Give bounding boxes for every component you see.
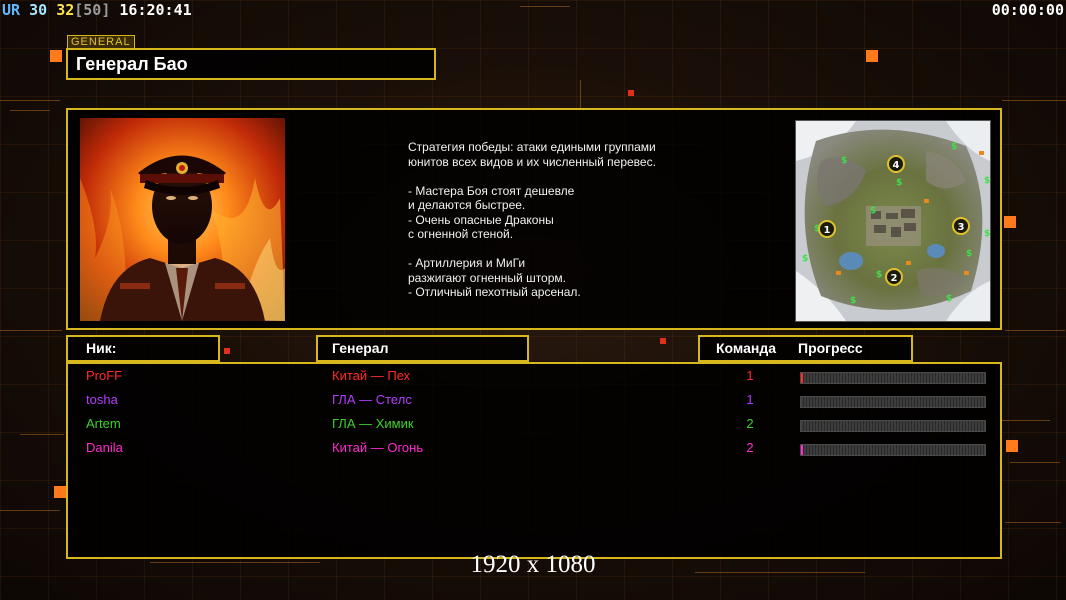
general-name: Генерал Бао bbox=[76, 54, 188, 74]
description-line: с огненной стеной. bbox=[408, 227, 514, 241]
strategy-description: Стратегия победы: атаки едиными группами… bbox=[408, 140, 738, 300]
player-row: Danila Китай — Огонь 2 bbox=[68, 440, 1000, 458]
player-nick: Artem bbox=[86, 416, 121, 431]
player-general: Китай — Огонь bbox=[332, 440, 424, 455]
player-team: 2 bbox=[746, 416, 754, 431]
player-general: Китай — Пех bbox=[332, 368, 411, 383]
general-tag: GENERAL bbox=[67, 35, 135, 49]
player-team: 1 bbox=[746, 392, 754, 407]
description-line: - Мастера Боя стоят дешевле bbox=[408, 183, 575, 198]
header-general-label: Генерал bbox=[332, 340, 389, 356]
header-nick: Ник: bbox=[66, 335, 220, 362]
players-panel: ProFF Китай — Пех 1 tosha ГЛА — Стелс 1 … bbox=[66, 362, 1002, 559]
player-general: ГЛА — Стелс bbox=[332, 392, 412, 407]
svg-text:$: $ bbox=[984, 229, 990, 239]
svg-text:$: $ bbox=[876, 270, 882, 280]
bg-line bbox=[0, 100, 60, 101]
bg-square bbox=[660, 338, 666, 344]
player-nick: ProFF bbox=[86, 368, 123, 383]
svg-text:$: $ bbox=[802, 254, 808, 264]
bg-line bbox=[10, 110, 50, 111]
bg-line bbox=[1002, 100, 1066, 101]
bg-square bbox=[866, 50, 878, 62]
svg-text:$: $ bbox=[946, 294, 952, 304]
header-progress-label: Прогресс bbox=[798, 340, 863, 356]
header-nick-label: Ник: bbox=[86, 340, 117, 356]
description-line: и делаются быстрее. bbox=[408, 198, 526, 212]
hud-ping-max: [50] bbox=[74, 1, 111, 19]
svg-text:$: $ bbox=[984, 176, 990, 186]
hud-clock: 16:20:41 bbox=[119, 1, 192, 19]
bg-line bbox=[1002, 420, 1050, 421]
resolution-label: 1920 x 1080 bbox=[470, 551, 596, 578]
player-row: Artem ГЛА — Химик 2 bbox=[68, 416, 1000, 434]
hud-timer: 00:00:00 bbox=[991, 1, 1064, 19]
start-position-label: 1 bbox=[824, 225, 831, 236]
general-portrait bbox=[80, 118, 285, 321]
start-position-marker: 3 bbox=[952, 217, 970, 235]
header-team-label: Команда bbox=[716, 340, 776, 356]
bg-square bbox=[1004, 216, 1016, 228]
bg-line bbox=[20, 434, 64, 435]
svg-text:$: $ bbox=[841, 156, 847, 166]
hud-ur-label: UR bbox=[2, 1, 21, 19]
description-line: - Очень опасные Драконы bbox=[408, 212, 554, 227]
map-preview: $ $ $ $ $ $ $ $ $ $ $ $ 1 2 3 4 bbox=[795, 120, 991, 322]
player-team: 1 bbox=[746, 368, 754, 383]
start-position-marker: 2 bbox=[885, 268, 903, 286]
player-progress-bar bbox=[800, 444, 986, 456]
start-position-label: 4 bbox=[893, 160, 900, 171]
start-position-marker: 1 bbox=[818, 220, 836, 238]
bg-square bbox=[1006, 440, 1018, 452]
svg-text:$: $ bbox=[966, 249, 972, 259]
player-progress-fill bbox=[801, 373, 804, 383]
description-line: разжигают огненный шторм. bbox=[408, 270, 566, 285]
player-general: ГЛА — Химик bbox=[332, 416, 414, 431]
loading-screen: UR 30 32[50] 16:20:41 00:00:00 GENERAL Г… bbox=[0, 0, 1066, 600]
hud-ping: 32 bbox=[56, 1, 75, 19]
bg-square bbox=[50, 50, 62, 62]
bg-line bbox=[0, 330, 62, 331]
description-line: юнитов всех видов и их численный перевес… bbox=[408, 154, 656, 169]
description-line: Стратегия победы: атаки едиными группами bbox=[408, 140, 656, 154]
bg-square bbox=[54, 486, 66, 498]
svg-text:$: $ bbox=[896, 178, 902, 188]
description-line: - Артиллерия и МиГи bbox=[408, 256, 526, 270]
hud-stats: UR 30 32[50] 16:20:41 bbox=[2, 1, 192, 19]
start-position-label: 3 bbox=[958, 222, 965, 233]
player-row: ProFF Китай — Пех 1 bbox=[68, 368, 1000, 386]
header-team-progress: Команда Прогресс bbox=[698, 335, 913, 362]
svg-text:$: $ bbox=[850, 296, 856, 306]
player-progress-bar bbox=[800, 420, 986, 432]
bg-square bbox=[224, 348, 230, 354]
general-info-panel: Стратегия победы: атаки едиными группами… bbox=[66, 108, 1002, 330]
player-progress-bar bbox=[800, 396, 986, 408]
bg-line bbox=[580, 80, 581, 108]
bg-line bbox=[1005, 330, 1065, 331]
player-nick: Danila bbox=[86, 440, 123, 455]
start-position-label: 2 bbox=[891, 273, 898, 284]
bg-line bbox=[0, 510, 60, 511]
bg-line bbox=[1010, 462, 1060, 463]
player-row: tosha ГЛА — Стелс 1 bbox=[68, 392, 1000, 410]
player-team: 2 bbox=[746, 440, 754, 455]
hud-fps: 30 bbox=[29, 1, 48, 19]
player-progress-bar bbox=[800, 372, 986, 384]
svg-text:$: $ bbox=[951, 142, 957, 152]
bg-square bbox=[628, 90, 634, 96]
player-nick: tosha bbox=[86, 392, 118, 407]
start-position-marker: 4 bbox=[887, 155, 905, 173]
bg-line bbox=[520, 6, 570, 7]
svg-text:$: $ bbox=[870, 206, 876, 216]
description-line: - Отличный пехотный арсенал. bbox=[408, 285, 581, 299]
header-general: Генерал bbox=[316, 335, 529, 362]
bg-line bbox=[1005, 522, 1061, 523]
player-progress-fill bbox=[801, 445, 804, 455]
general-title-box: Генерал Бао bbox=[66, 48, 436, 80]
